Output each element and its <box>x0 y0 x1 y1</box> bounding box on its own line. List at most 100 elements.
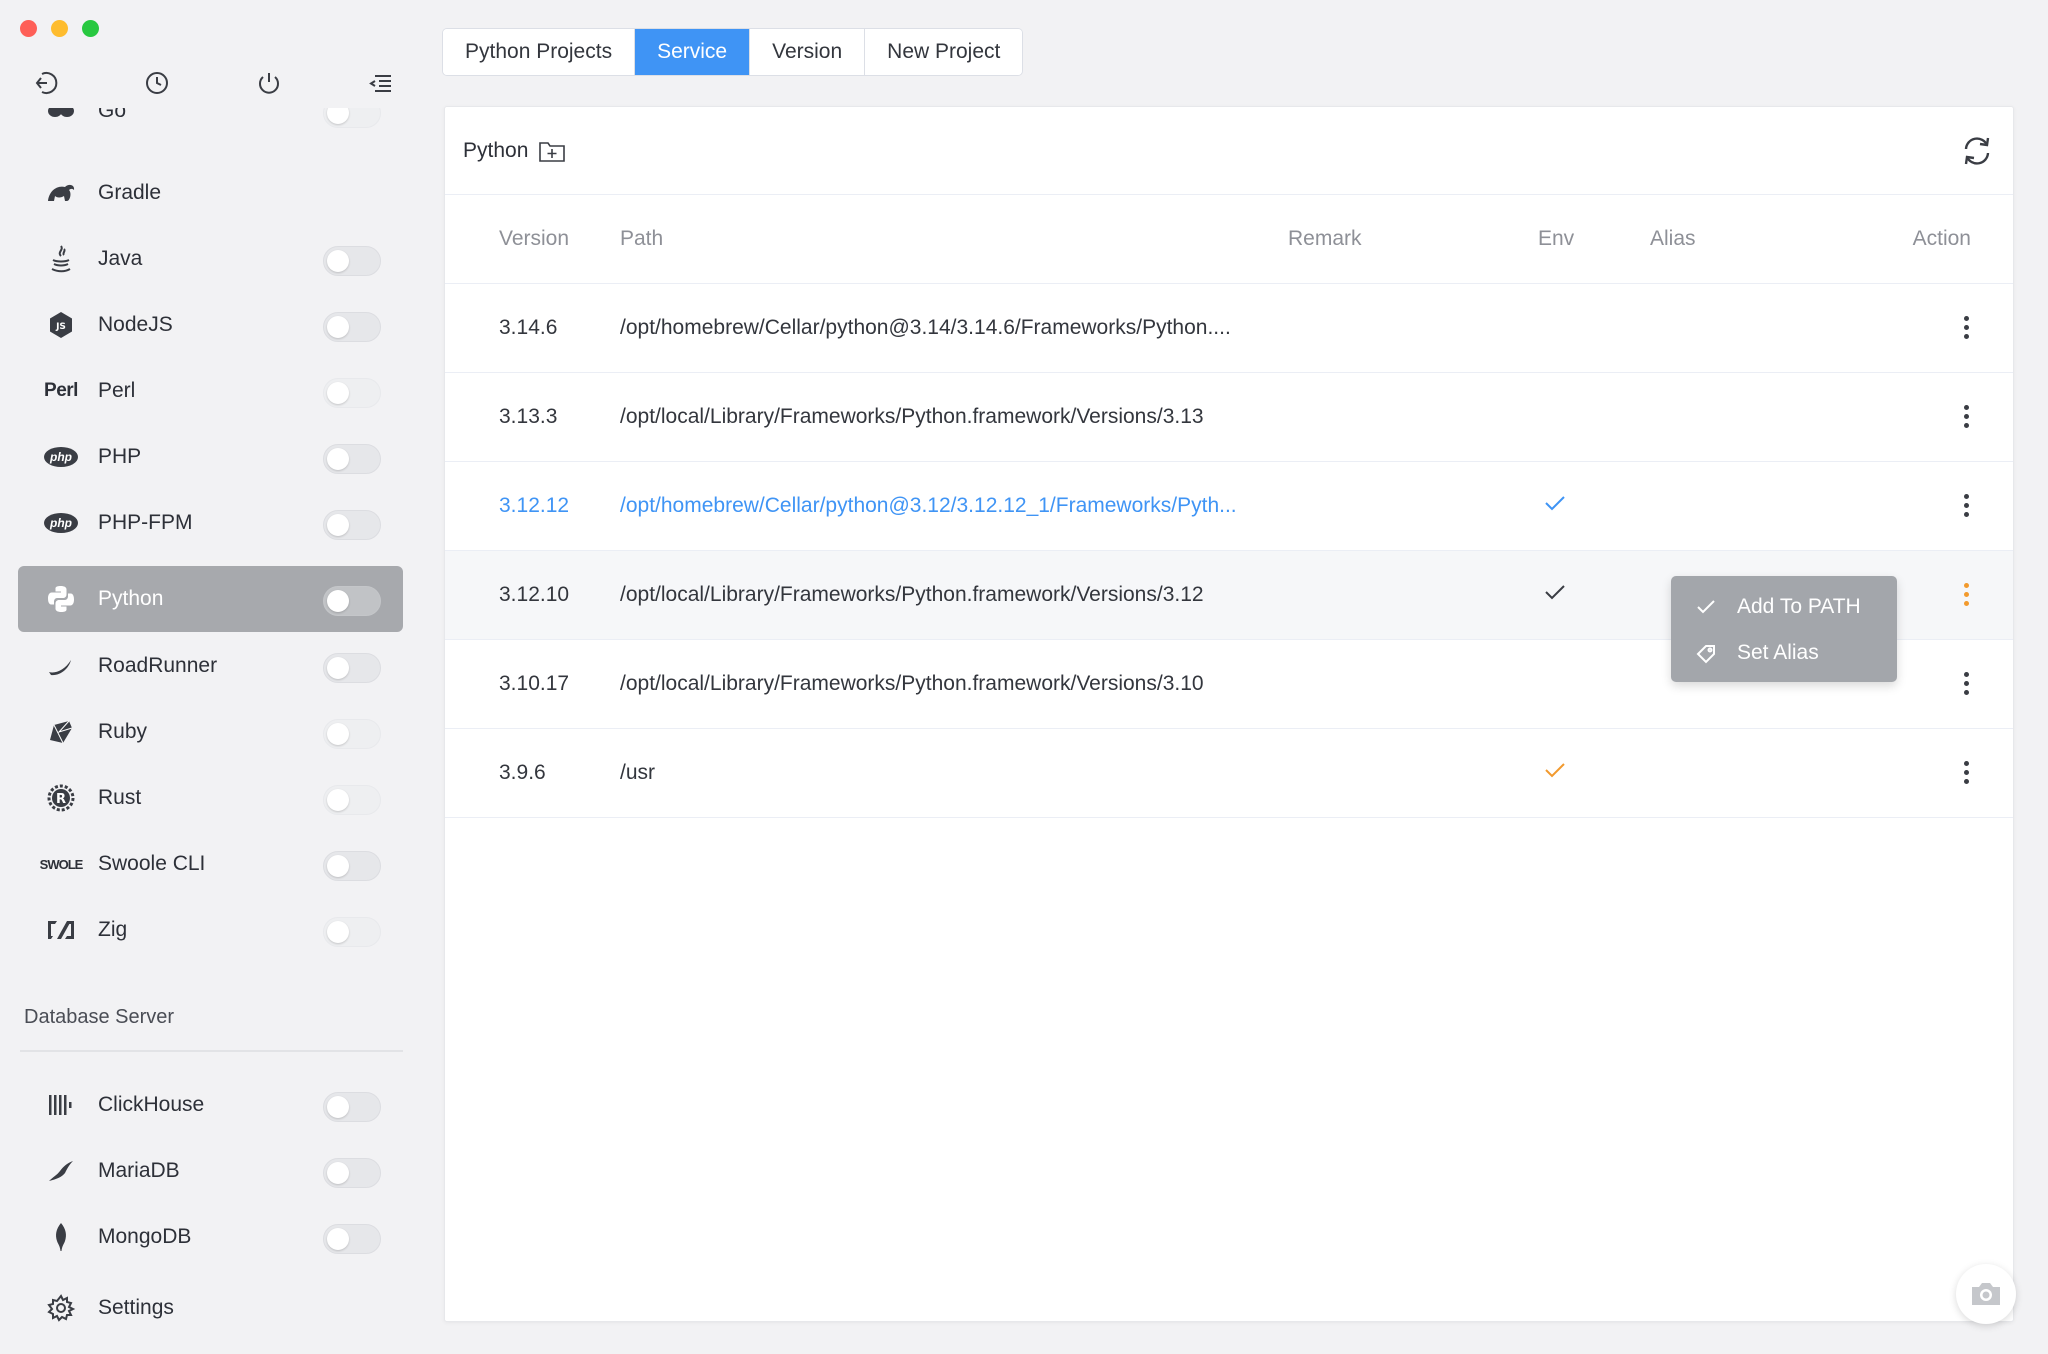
service-toggle[interactable] <box>323 851 381 881</box>
sidebar-item-perl[interactable]: Perl Perl <box>18 358 403 424</box>
sidebar-item-mariadb[interactable]: MariaDB <box>18 1138 403 1204</box>
sidebar-item-mongodb[interactable]: MongoDB <box>18 1204 403 1270</box>
menu-item-label: Add To PATH <box>1737 595 1861 618</box>
tag-icon <box>1696 645 1715 664</box>
env-cell <box>1538 728 1650 818</box>
sidebar-item-python[interactable]: Python <box>18 566 403 632</box>
sidebar-item-label: Rust <box>98 786 142 809</box>
path-cell: /opt/local/Library/Frameworks/Python.fra… <box>620 639 1288 729</box>
remark-cell <box>1288 639 1538 729</box>
perl-icon: Perl <box>44 380 78 401</box>
more-actions-icon[interactable] <box>1961 760 1971 786</box>
sidebar-item-java[interactable]: Java <box>18 226 403 292</box>
table-header-row: Version Path Remark Env Alias Action <box>445 195 2013 284</box>
env-cell <box>1538 639 1650 729</box>
check-icon <box>1697 600 1715 614</box>
service-toggle[interactable] <box>323 312 381 342</box>
service-toggle[interactable] <box>323 1092 381 1122</box>
service-toggle[interactable] <box>323 108 381 128</box>
env-check-icon <box>1545 495 1565 510</box>
table-row[interactable]: 3.9.6 /usr <box>445 728 2013 818</box>
refresh-icon[interactable] <box>1959 133 1995 169</box>
remark-cell <box>1288 461 1538 551</box>
column-header-env: Env <box>1538 195 1650 284</box>
sidebar-item-label: Perl <box>98 379 136 402</box>
sidebar-item-label: Ruby <box>98 720 148 743</box>
panel-title: Python <box>463 138 529 162</box>
remark-cell <box>1288 728 1538 818</box>
sidebar-item-label: Zig <box>98 918 128 941</box>
history-button[interactable] <box>140 66 174 100</box>
back-icon <box>35 72 58 94</box>
service-toggle[interactable] <box>323 785 381 815</box>
gradle-icon <box>42 174 80 212</box>
sidebar-item-swoole-cli[interactable]: SWOLE Swoole CLI <box>18 831 403 897</box>
zig-icon <box>42 911 80 949</box>
back-button[interactable] <box>28 66 62 100</box>
sidebar-item-label: MariaDB <box>98 1159 180 1182</box>
service-toggle[interactable] <box>323 1158 381 1188</box>
sidebar-item-roadrunner[interactable]: RoadRunner <box>18 633 403 699</box>
sidebar-item-php-fpm[interactable]: php PHP-FPM <box>18 490 403 556</box>
power-button[interactable] <box>252 66 286 100</box>
path-cell: /opt/local/Library/Frameworks/Python.fra… <box>620 550 1288 640</box>
table-row[interactable]: 3.14.6 /opt/homebrew/Cellar/python@3.14/… <box>445 283 2013 373</box>
folder-add-icon[interactable] <box>538 138 566 164</box>
more-actions-icon[interactable] <box>1961 493 1971 519</box>
service-toggle[interactable] <box>323 246 381 276</box>
alias-cell <box>1650 283 1840 373</box>
service-toggle[interactable] <box>323 444 381 474</box>
version-cell: 3.13.3 <box>445 372 620 462</box>
sidebar-item-ruby[interactable]: Ruby <box>18 699 403 765</box>
service-toggle[interactable] <box>323 1224 381 1254</box>
screenshot-button[interactable] <box>1956 1264 2016 1324</box>
column-header-version: Version <box>445 195 620 284</box>
java-icon <box>42 240 80 278</box>
sidebar: Go Gradle Java JS NodeJS Perl Perl php P… <box>0 0 420 1354</box>
menu-collapse-button[interactable] <box>364 66 398 100</box>
service-toggle[interactable] <box>323 917 381 947</box>
action-cell <box>1840 461 2013 551</box>
versions-table: Version Path Remark Env Alias Action 3.1… <box>445 195 2013 818</box>
more-actions-icon[interactable] <box>1961 582 1971 608</box>
sidebar-item-gradle[interactable]: Gradle <box>18 160 403 226</box>
python-icon <box>42 580 80 618</box>
panel-header: Python <box>445 107 2013 195</box>
more-actions-icon[interactable] <box>1961 315 1971 341</box>
sidebar-item-clickhouse[interactable]: ClickHouse <box>18 1072 403 1138</box>
action-cell <box>1840 728 2013 818</box>
sidebar-item-zig[interactable]: Zig <box>18 897 403 963</box>
service-toggle[interactable] <box>323 586 381 616</box>
gear-icon <box>42 1289 80 1327</box>
service-toggle[interactable] <box>323 719 381 749</box>
sidebar-item-rust[interactable]: R Rust <box>18 765 403 831</box>
sidebar-item-go[interactable]: Go <box>18 108 403 144</box>
action-cell <box>1840 283 2013 373</box>
sidebar-toolbar <box>28 66 398 100</box>
more-actions-icon[interactable] <box>1961 404 1971 430</box>
version-cell: 3.14.6 <box>445 283 620 373</box>
service-toggle[interactable] <box>323 378 381 408</box>
svg-text:R: R <box>56 792 66 807</box>
service-toggle[interactable] <box>323 653 381 683</box>
service-toggle[interactable] <box>323 510 381 540</box>
menu-item-label: Set Alias <box>1737 641 1819 664</box>
alias-cell <box>1650 372 1840 462</box>
more-actions-icon[interactable] <box>1961 671 1971 697</box>
alias-cell <box>1650 461 1840 551</box>
sidebar-item-label: PHP <box>98 445 142 468</box>
tab-python-projects[interactable]: Python Projects <box>443 29 636 75</box>
tab-service[interactable]: Service <box>635 29 751 75</box>
menu-item-set-alias[interactable]: Set Alias <box>1671 630 1897 676</box>
table-row[interactable]: 3.12.12 /opt/homebrew/Cellar/python@3.12… <box>445 461 2013 551</box>
menu-item-add-to-path[interactable]: Add To PATH <box>1671 584 1897 630</box>
sidebar-item-nodejs[interactable]: JS NodeJS <box>18 292 403 358</box>
table-row[interactable]: 3.13.3 /opt/local/Library/Frameworks/Pyt… <box>445 372 2013 462</box>
tab-version[interactable]: Version <box>750 29 866 75</box>
version-cell: 3.12.10 <box>445 550 620 640</box>
tab-new-project[interactable]: New Project <box>865 29 1023 75</box>
sidebar-item-settings[interactable]: Settings <box>18 1275 403 1341</box>
sidebar-item-label: Go <box>98 108 127 122</box>
sidebar-item-php[interactable]: php PHP <box>18 424 403 490</box>
camera-icon <box>1972 1283 2000 1305</box>
